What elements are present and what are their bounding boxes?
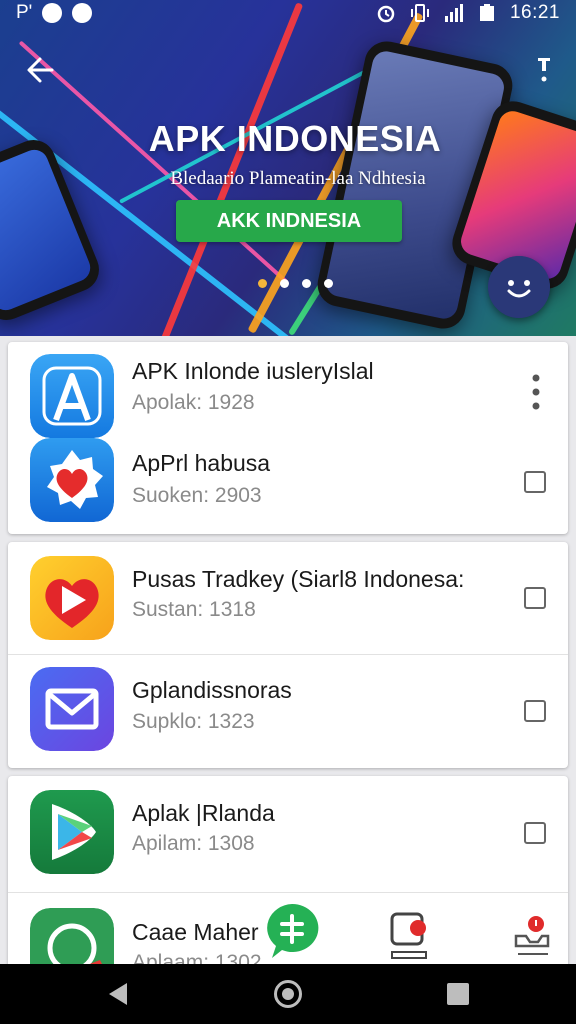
select-checkbox[interactable]	[524, 822, 546, 844]
envelope-icon	[30, 667, 114, 751]
app-title: Pusas Tradkey (Siarl8 Indonesa:	[132, 566, 465, 592]
carousel-dot[interactable]	[280, 279, 289, 288]
play-store-icon	[30, 790, 114, 874]
list-item[interactable]: Aplak |Rlanda Apilam: 1308	[8, 776, 568, 892]
play-heart-icon	[30, 556, 114, 640]
vibrate-icon	[410, 4, 429, 22]
app-subtitle: Suoken: 2903	[132, 484, 262, 507]
status-bar: P' 16:21	[0, 0, 576, 28]
select-checkbox[interactable]	[524, 587, 546, 609]
more-vert-icon[interactable]	[530, 372, 542, 412]
app-list-card: Pusas Tradkey (Siarl8 Indonesa: Sustan: …	[8, 542, 568, 768]
heart-badge-icon	[30, 438, 114, 522]
system-nav-bar	[0, 964, 576, 1024]
app-subtitle: Sustan: 1318	[132, 598, 256, 621]
a-letter-icon	[30, 354, 114, 438]
alert-inbox-icon[interactable]	[512, 912, 552, 960]
hero-subtitle: Bledaario Plameatin-laa Ndhtesia	[170, 168, 426, 189]
add-chat-fab[interactable]	[264, 902, 320, 960]
hero-title: APK INDONESIA	[148, 118, 442, 159]
nav-home-icon[interactable]	[274, 980, 302, 1008]
app-title: ApPrl habusa	[132, 450, 271, 476]
list-item[interactable]: Gplandissnoras Supklo: 1323	[8, 655, 568, 768]
carousel-dot[interactable]	[258, 279, 267, 288]
app-subtitle: Apilam: 1308	[132, 832, 255, 855]
select-checkbox[interactable]	[524, 471, 546, 493]
carousel-indicator[interactable]	[258, 279, 333, 288]
app-list-card: APK Inlonde iusleryIslal Apolak: 1928 Ap…	[8, 342, 568, 534]
list-item[interactable]: Pusas Tradkey (Siarl8 Indonesa: Sustan: …	[8, 542, 568, 654]
notification-icon	[72, 3, 93, 23]
notification-icon	[42, 3, 63, 23]
alarm-icon	[377, 5, 395, 23]
app-title: Caae Maher	[132, 919, 259, 945]
nav-recents-icon[interactable]	[447, 983, 469, 1005]
list-item[interactable]: APK Inlonde iusleryIslal Apolak: 1928	[8, 342, 568, 438]
notification-badge-icon[interactable]	[388, 908, 432, 962]
carousel-dot[interactable]	[302, 279, 311, 288]
status-time: 16:21	[509, 2, 560, 23]
battery-icon	[479, 4, 494, 21]
app-subtitle: Apolak: 1928	[132, 391, 255, 414]
select-checkbox[interactable]	[524, 700, 546, 722]
status-carrier-text: P'	[16, 2, 33, 23]
app-title: APK Inlonde iusleryIslal	[132, 358, 374, 384]
back-arrow-icon[interactable]	[22, 52, 58, 88]
hero-banner[interactable]: P' 16:21 APK INDONESIA Bledaario Plameat…	[0, 0, 576, 336]
app-subtitle: Supklo: 1323	[132, 710, 255, 733]
app-title: Gplandissnoras	[132, 677, 292, 703]
list-item[interactable]: ApPrl habusa Suoken: 2903	[8, 438, 568, 534]
assistant-fab-button[interactable]	[488, 256, 550, 318]
carousel-dot[interactable]	[324, 279, 333, 288]
phone-illustration	[0, 133, 106, 327]
signal-icon	[444, 4, 463, 22]
app-title: Aplak |Rlanda	[132, 800, 275, 826]
nav-back-icon[interactable]	[107, 981, 129, 1007]
app-screen: P' 16:21 APK INDONESIA Bledaario Plameat…	[0, 0, 576, 1024]
more-vert-icon[interactable]	[534, 52, 554, 88]
hero-cta-button[interactable]: AKK INDNESIA	[176, 200, 402, 242]
